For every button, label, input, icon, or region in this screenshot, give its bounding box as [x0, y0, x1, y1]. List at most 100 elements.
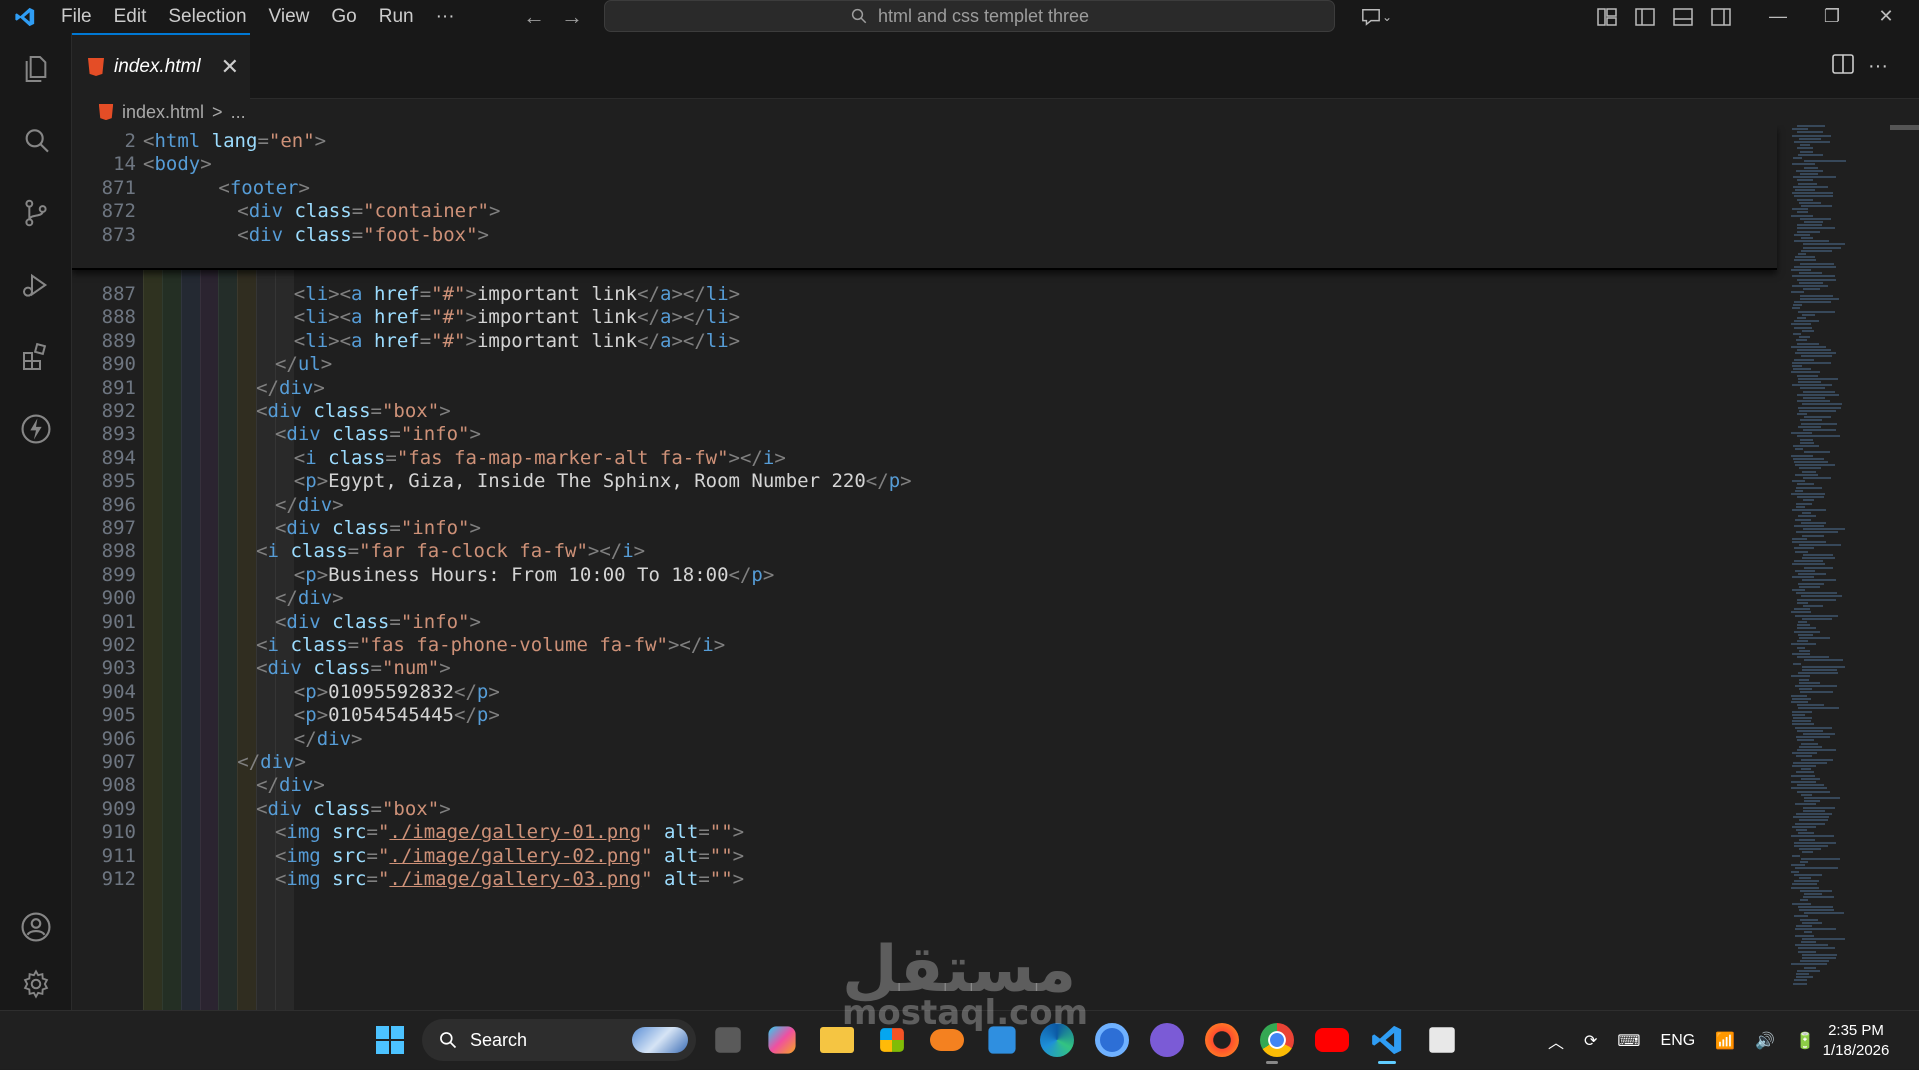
- token-str: "container": [363, 200, 489, 223]
- task-view-icon[interactable]: [715, 1027, 741, 1053]
- onedrive-sync-icon[interactable]: ⟳: [1584, 1031, 1597, 1051]
- clock-date: 1/18/2026: [1822, 1042, 1890, 1059]
- restore-button[interactable]: ❐: [1805, 0, 1859, 33]
- token-punc: ></: [587, 540, 623, 563]
- minimap-line: [1802, 579, 1836, 582]
- minimap-line: [1799, 544, 1841, 547]
- source-control-icon[interactable]: [0, 177, 72, 249]
- minimap-line: [1797, 656, 1829, 659]
- token-punc: <: [293, 470, 306, 493]
- token-link[interactable]: ./image/gallery-02.png: [389, 845, 641, 867]
- run-and-debug-icon[interactable]: [0, 249, 72, 321]
- menu-item[interactable]: Edit: [103, 0, 158, 33]
- token-punc: >: [762, 563, 775, 586]
- minimap-line: [1797, 413, 1807, 415]
- minimap-line: [1794, 233, 1810, 236]
- more-actions-icon[interactable]: ···: [1868, 55, 1888, 78]
- token-tag: div: [260, 751, 295, 773]
- extensions-icon[interactable]: [0, 321, 72, 393]
- tab-index-html[interactable]: index.html ✕: [72, 33, 250, 99]
- close-window-button[interactable]: ✕: [1859, 0, 1913, 33]
- minimap-line: [1798, 406, 1841, 409]
- edge-browser-icon[interactable]: [1040, 1023, 1074, 1057]
- token-punc: ></: [728, 446, 763, 469]
- keyboard-icon[interactable]: ⌨: [1617, 1031, 1640, 1051]
- back-arrow-icon[interactable]: ←: [515, 4, 553, 30]
- token-tag: div: [278, 774, 314, 797]
- breadcrumb-file[interactable]: index.html: [122, 102, 204, 123]
- copilot-icon[interactable]: [768, 1026, 796, 1054]
- token-punc: <: [237, 223, 249, 246]
- vpn-shield-icon[interactable]: [1150, 1023, 1184, 1057]
- token-link[interactable]: ./image/gallery-03.png: [389, 868, 641, 890]
- explorer-icon[interactable]: [0, 33, 72, 105]
- breadcrumb-rest[interactable]: ...: [231, 102, 246, 123]
- minimap-line: [1791, 291, 1804, 294]
- token-link[interactable]: ./image/gallery-01.png: [389, 821, 641, 843]
- manage-gear-icon[interactable]: [0, 958, 72, 1010]
- microsoft-store-icon[interactable]: [880, 1028, 904, 1052]
- vscode-taskbar-icon[interactable]: [1370, 1023, 1404, 1057]
- menu-item[interactable]: ···: [425, 0, 466, 33]
- wifi-icon[interactable]: 📶: [1715, 1031, 1735, 1051]
- show-hidden-icons-chevron-icon[interactable]: ︿: [1548, 1029, 1564, 1053]
- token-attr: alt: [663, 844, 699, 867]
- menu-item[interactable]: View: [258, 0, 321, 33]
- token-sp: [279, 634, 290, 656]
- youtube-icon[interactable]: [1315, 1028, 1349, 1052]
- volume-icon[interactable]: 🔊: [1755, 1031, 1775, 1051]
- code-line[interactable]: 912 <img src="./image/gallery-03.png" alt…: [72, 865, 1772, 894]
- scrollbar-thumb[interactable]: [1890, 125, 1919, 130]
- customize-layout-icon[interactable]: [1588, 0, 1626, 33]
- token-str: ": [641, 868, 653, 890]
- minimap-line: [1801, 237, 1813, 239]
- code-editor[interactable]: 887 <li><a href="#">important link</a></l…: [72, 125, 1919, 1010]
- minimap-line: [1791, 214, 1813, 217]
- token-str: "": [709, 844, 733, 867]
- split-editor-icon[interactable]: [1832, 53, 1854, 79]
- file-explorer-icon[interactable]: [820, 1027, 854, 1053]
- forward-arrow-icon[interactable]: →: [553, 4, 591, 30]
- folder-sync-icon[interactable]: [988, 1026, 1016, 1054]
- input-language[interactable]: ENG: [1661, 1032, 1696, 1050]
- chrome-icon[interactable]: [1260, 1023, 1294, 1057]
- token-punc: ></: [671, 306, 706, 329]
- close-tab-icon[interactable]: ✕: [221, 54, 239, 80]
- token-sp: [283, 200, 294, 222]
- menu-item[interactable]: Selection: [157, 0, 257, 33]
- windows-start-icon[interactable]: [373, 1023, 407, 1057]
- command-center-search[interactable]: html and css templet three: [604, 0, 1335, 32]
- cloud-app-icon[interactable]: [930, 1029, 964, 1051]
- minimap-line: [1792, 713, 1805, 716]
- snipping-tool-icon[interactable]: [1429, 1027, 1455, 1053]
- system-clock[interactable]: 2:35 PM 1/18/2026: [1806, 1021, 1906, 1061]
- minimap-line: [1799, 745, 1822, 748]
- token-punc: =: [366, 821, 378, 844]
- minimap-line: [1793, 982, 1807, 985]
- menu-item[interactable]: Run: [368, 0, 425, 33]
- token-punc: =: [698, 868, 710, 890]
- minimap[interactable]: [1777, 125, 1919, 1010]
- minimap-line: [1800, 419, 1822, 422]
- taskbar-search-label: Search: [470, 1029, 528, 1050]
- toggle-primary-sidebar-icon[interactable]: [1626, 0, 1664, 33]
- line-number: 912: [101, 868, 136, 890]
- token-punc: =: [351, 200, 364, 223]
- menu-item[interactable]: File: [50, 0, 103, 33]
- toggle-panel-icon[interactable]: [1664, 0, 1702, 33]
- menu-item[interactable]: Go: [320, 0, 367, 33]
- minimap-line: [1800, 294, 1833, 297]
- toggle-secondary-sidebar-icon[interactable]: [1702, 0, 1740, 33]
- lightning-extension-icon[interactable]: [0, 393, 72, 465]
- copilot-chat-icon[interactable]: ⌄: [1352, 0, 1400, 33]
- minimap-line: [1797, 646, 1805, 649]
- code-line[interactable]: 873 <div class="foot-box">: [72, 221, 1772, 250]
- minimap-line: [1797, 349, 1831, 351]
- taskbar-search-box[interactable]: Search: [422, 1019, 696, 1061]
- search-highlight-image-icon: [632, 1027, 688, 1053]
- account-icon[interactable]: [0, 891, 72, 963]
- settings-app-icon[interactable]: [1095, 1023, 1129, 1057]
- opera-gx-icon[interactable]: [1205, 1023, 1239, 1057]
- minimize-button[interactable]: —: [1751, 0, 1805, 33]
- search-icon[interactable]: [0, 105, 72, 177]
